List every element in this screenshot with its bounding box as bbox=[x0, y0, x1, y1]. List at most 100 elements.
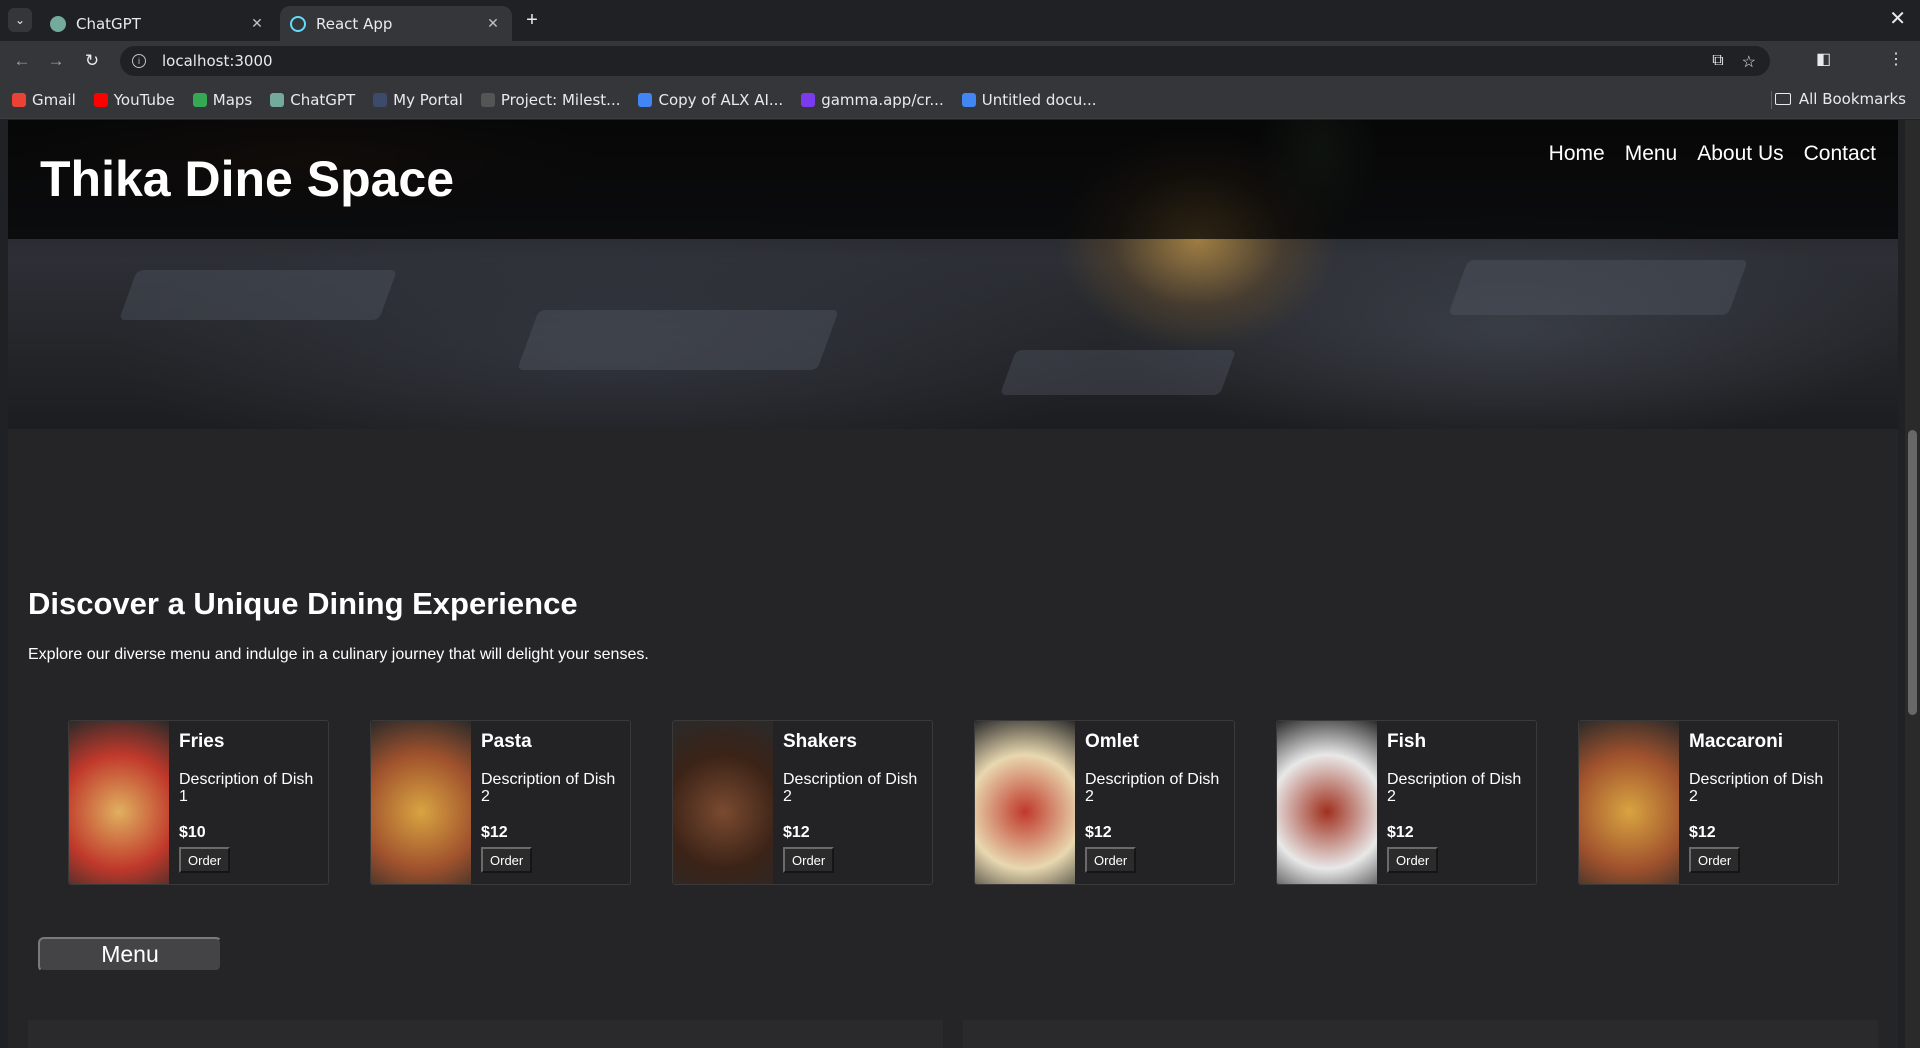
bookmark-favicon-icon bbox=[961, 92, 976, 107]
content-panel bbox=[963, 1020, 1878, 1048]
window-close-button[interactable]: ✕ bbox=[1889, 6, 1906, 31]
dish-name: Maccaroni bbox=[1689, 731, 1783, 752]
dish-name: Pasta bbox=[481, 731, 532, 752]
bookmark-label: Copy of ALX AI... bbox=[658, 90, 784, 109]
tab-search-button[interactable]: ⌄ bbox=[8, 8, 32, 32]
site-info-icon[interactable]: i bbox=[132, 54, 146, 68]
plus-icon: + bbox=[526, 8, 538, 31]
tab-title: ChatGPT bbox=[76, 14, 141, 33]
order-button[interactable]: Order bbox=[1689, 847, 1741, 873]
reload-icon: ↻ bbox=[84, 51, 100, 70]
dish-price: $12 bbox=[1689, 824, 1716, 841]
more-menu-button[interactable]: ⋮ bbox=[1888, 49, 1904, 69]
site-title[interactable]: Thika Dine Space bbox=[40, 150, 454, 208]
order-button[interactable]: Order bbox=[179, 847, 231, 873]
dish-description: Description of Dish 2 bbox=[481, 771, 616, 805]
bookmark-item[interactable]: YouTube bbox=[93, 90, 175, 109]
bookmark-favicon-icon bbox=[270, 92, 285, 107]
dish-image bbox=[1579, 721, 1679, 884]
browser-toolbar: ← → ↻ i localhost:3000 ⧉ ☆ ◧ ⋮ bbox=[0, 41, 1920, 81]
hero-texture bbox=[999, 350, 1237, 395]
install-app-icon[interactable]: ⧉ bbox=[1712, 52, 1723, 72]
order-button[interactable]: Order bbox=[481, 847, 533, 873]
close-icon[interactable]: ✕ bbox=[248, 16, 266, 32]
arrow-left-icon: ← bbox=[13, 51, 31, 70]
menu-button[interactable]: Menu bbox=[38, 937, 222, 972]
tab-chatgpt[interactable]: ChatGPT ✕ bbox=[40, 6, 276, 41]
bookmark-item[interactable]: Copy of ALX AI... bbox=[638, 91, 783, 109]
bookmarks-divider bbox=[1771, 91, 1772, 109]
chatgpt-favicon-icon bbox=[50, 15, 66, 32]
new-tab-button[interactable]: + bbox=[520, 8, 544, 32]
site-navbar: Thika Dine Space Home Menu About Us Cont… bbox=[8, 120, 1898, 239]
order-button[interactable]: Order bbox=[1085, 847, 1137, 873]
scrollbar-thumb[interactable] bbox=[1908, 430, 1917, 715]
bookmark-favicon-icon bbox=[801, 92, 816, 107]
bookmark-label: YouTube bbox=[113, 90, 175, 109]
nav-home-link[interactable]: Home bbox=[1549, 142, 1605, 166]
nav-menu-link[interactable]: Menu bbox=[1625, 142, 1678, 166]
order-button[interactable]: Order bbox=[1387, 847, 1439, 873]
dish-image bbox=[975, 721, 1075, 884]
side-panel-icon: ◧ bbox=[1816, 51, 1832, 68]
bookmark-label: My Portal bbox=[393, 90, 463, 109]
bookmark-favicon-icon bbox=[12, 92, 26, 107]
bookmark-label: Project: Milest... bbox=[500, 90, 621, 109]
nav-links: Home Menu About Us Contact bbox=[1549, 142, 1876, 166]
all-bookmarks-button[interactable]: All Bookmarks bbox=[1774, 90, 1906, 108]
dish-card: Omlet Description of Dish 2 $12 Order bbox=[974, 720, 1235, 885]
dish-image bbox=[673, 721, 773, 884]
dish-description: Description of Dish 1 bbox=[179, 771, 314, 805]
nav-contact-link[interactable]: Contact bbox=[1804, 142, 1876, 166]
bookmark-star-icon[interactable]: ☆ bbox=[1742, 52, 1756, 72]
all-bookmarks-label: All Bookmarks bbox=[1798, 90, 1906, 108]
nav-about-link[interactable]: About Us bbox=[1697, 142, 1783, 166]
bookmark-item[interactable]: ChatGPT bbox=[270, 91, 355, 109]
hero-texture bbox=[1447, 260, 1749, 315]
dish-price: $12 bbox=[481, 824, 508, 841]
dish-card: Maccaroni Description of Dish 2 $12 Order bbox=[1578, 720, 1839, 885]
dish-description: Description of Dish 2 bbox=[1689, 771, 1824, 805]
dish-image bbox=[69, 721, 169, 884]
bookmark-favicon-icon bbox=[373, 92, 388, 107]
chevron-down-icon: ⌄ bbox=[14, 13, 26, 27]
react-favicon-icon bbox=[290, 15, 306, 32]
bookmark-item[interactable]: My Portal bbox=[373, 91, 463, 109]
address-bar[interactable]: i localhost:3000 ⧉ ☆ bbox=[120, 46, 1770, 76]
page-scrollbar[interactable] bbox=[1905, 120, 1920, 1048]
dish-price: $10 bbox=[179, 824, 206, 841]
bookmark-item[interactable]: Untitled docu... bbox=[961, 91, 1097, 109]
dish-card: Fish Description of Dish 2 $12 Order bbox=[1276, 720, 1537, 885]
bookmark-item[interactable]: Project: Milest... bbox=[480, 90, 621, 109]
back-button[interactable]: ← bbox=[10, 49, 34, 73]
tab-title: React App bbox=[316, 14, 393, 33]
dish-price: $12 bbox=[1387, 824, 1414, 841]
tab-react-app[interactable]: React App ✕ bbox=[280, 6, 512, 41]
bookmark-item[interactable]: gamma.app/cr... bbox=[801, 91, 944, 109]
bookmark-item[interactable]: Maps bbox=[192, 90, 253, 109]
hero-texture bbox=[517, 310, 839, 370]
bookmark-item[interactable]: Gmail bbox=[12, 91, 76, 109]
side-panel-button[interactable]: ◧ bbox=[1816, 49, 1831, 69]
close-icon[interactable]: ✕ bbox=[484, 16, 502, 32]
dish-description: Description of Dish 2 bbox=[783, 771, 918, 805]
bookmark-label: Maps bbox=[212, 90, 253, 109]
hero-texture bbox=[118, 270, 398, 320]
order-button[interactable]: Order bbox=[783, 847, 835, 873]
dish-name: Shakers bbox=[783, 731, 857, 752]
bookmark-favicon-icon bbox=[93, 92, 108, 107]
content-panel bbox=[28, 1020, 943, 1048]
bookmark-label: gamma.app/cr... bbox=[821, 90, 944, 109]
dish-card: Shakers Description of Dish 2 $12 Order bbox=[672, 720, 933, 885]
reload-button[interactable]: ↻ bbox=[80, 49, 104, 73]
dish-name: Fish bbox=[1387, 731, 1427, 752]
dish-name: Omlet bbox=[1085, 731, 1139, 752]
url-text[interactable]: localhost:3000 bbox=[162, 52, 273, 70]
tab-strip: ⌄ ChatGPT ✕ React App ✕ + ✕ bbox=[0, 0, 1920, 41]
bookmark-favicon-icon bbox=[192, 92, 207, 107]
dish-price: $12 bbox=[1085, 824, 1112, 841]
dish-card: Fries Description of Dish 1 $10 Order bbox=[68, 720, 329, 885]
arrow-right-icon: → bbox=[47, 51, 65, 70]
forward-button[interactable]: → bbox=[44, 49, 68, 73]
folder-icon bbox=[1774, 93, 1791, 105]
